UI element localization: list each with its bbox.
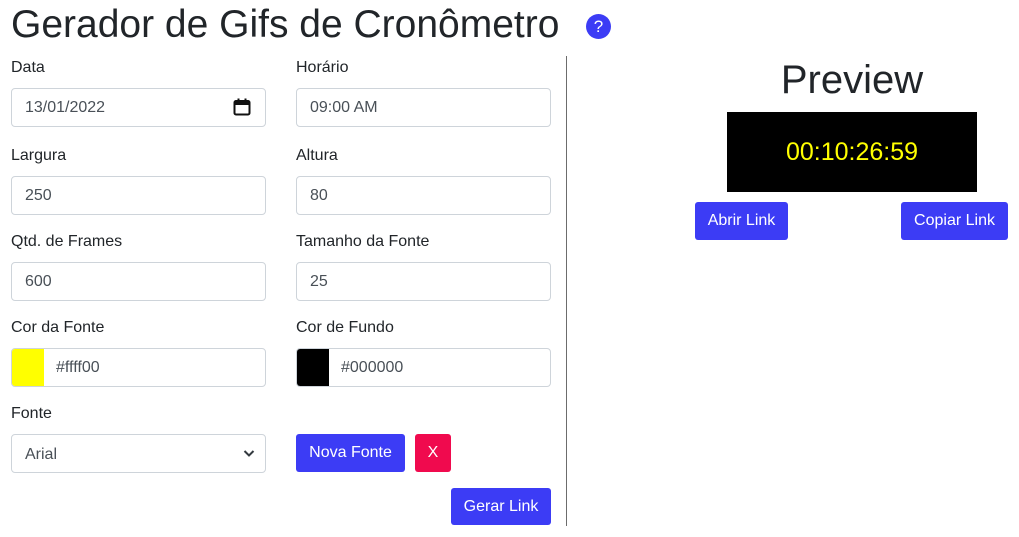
tamanho-fonte-input[interactable]: 25 xyxy=(296,262,551,301)
chevron-down-icon xyxy=(243,450,255,457)
gerar-link-button[interactable]: Gerar Link xyxy=(451,488,551,525)
time-value: 09:00 AM xyxy=(310,99,378,116)
altura-label: Altura xyxy=(296,147,338,164)
date-value: 13/01/2022 xyxy=(25,99,106,116)
altura-input[interactable]: 80 xyxy=(296,176,551,215)
frames-input[interactable]: 600 xyxy=(11,262,266,301)
largura-input[interactable]: 250 xyxy=(11,176,266,215)
cor-fonte-swatch[interactable] xyxy=(12,349,44,386)
abrir-link-button[interactable]: Abrir Link xyxy=(695,202,788,240)
time-input[interactable]: 09:00 AM xyxy=(296,88,551,127)
altura-value: 80 xyxy=(310,187,328,204)
cor-fonte-value: #ffff00 xyxy=(56,359,100,376)
cor-fundo-value: #000000 xyxy=(341,359,404,376)
page-title: Gerador de Gifs de Cronômetro xyxy=(11,3,560,46)
tamanho-fonte-value: 25 xyxy=(310,273,328,290)
largura-label: Largura xyxy=(11,147,67,164)
date-input[interactable]: 13/01/2022 xyxy=(11,88,266,127)
fonte-select[interactable]: Arial xyxy=(11,434,266,473)
timer-value: 00:10:26:59 xyxy=(785,137,919,166)
frames-value: 600 xyxy=(25,273,52,290)
largura-value: 250 xyxy=(25,187,52,204)
cor-fundo-swatch[interactable] xyxy=(297,349,329,386)
cor-fundo-label: Cor de Fundo xyxy=(296,319,394,336)
timer-preview: 00:10:26:59 xyxy=(727,112,977,192)
help-icon[interactable]: ? xyxy=(586,14,611,39)
calendar-icon[interactable] xyxy=(233,98,251,116)
data-label: Data xyxy=(11,59,45,76)
preview-title: Preview xyxy=(780,58,924,102)
nova-fonte-button[interactable]: Nova Fonte xyxy=(296,434,405,472)
horario-label: Horário xyxy=(296,59,349,76)
copiar-link-button[interactable]: Copiar Link xyxy=(901,202,1008,240)
cor-fonte-field[interactable]: #ffff00 xyxy=(11,348,266,387)
remove-font-button[interactable]: X xyxy=(415,434,451,472)
tamanho-fonte-label: Tamanho da Fonte xyxy=(296,233,430,250)
cor-fundo-field[interactable]: #000000 xyxy=(296,348,551,387)
frames-label: Qtd. de Frames xyxy=(11,233,123,250)
fonte-label: Fonte xyxy=(11,405,52,422)
column-divider xyxy=(566,56,567,526)
fonte-selected: Arial xyxy=(25,446,58,463)
cor-fonte-label: Cor da Fonte xyxy=(11,319,105,336)
